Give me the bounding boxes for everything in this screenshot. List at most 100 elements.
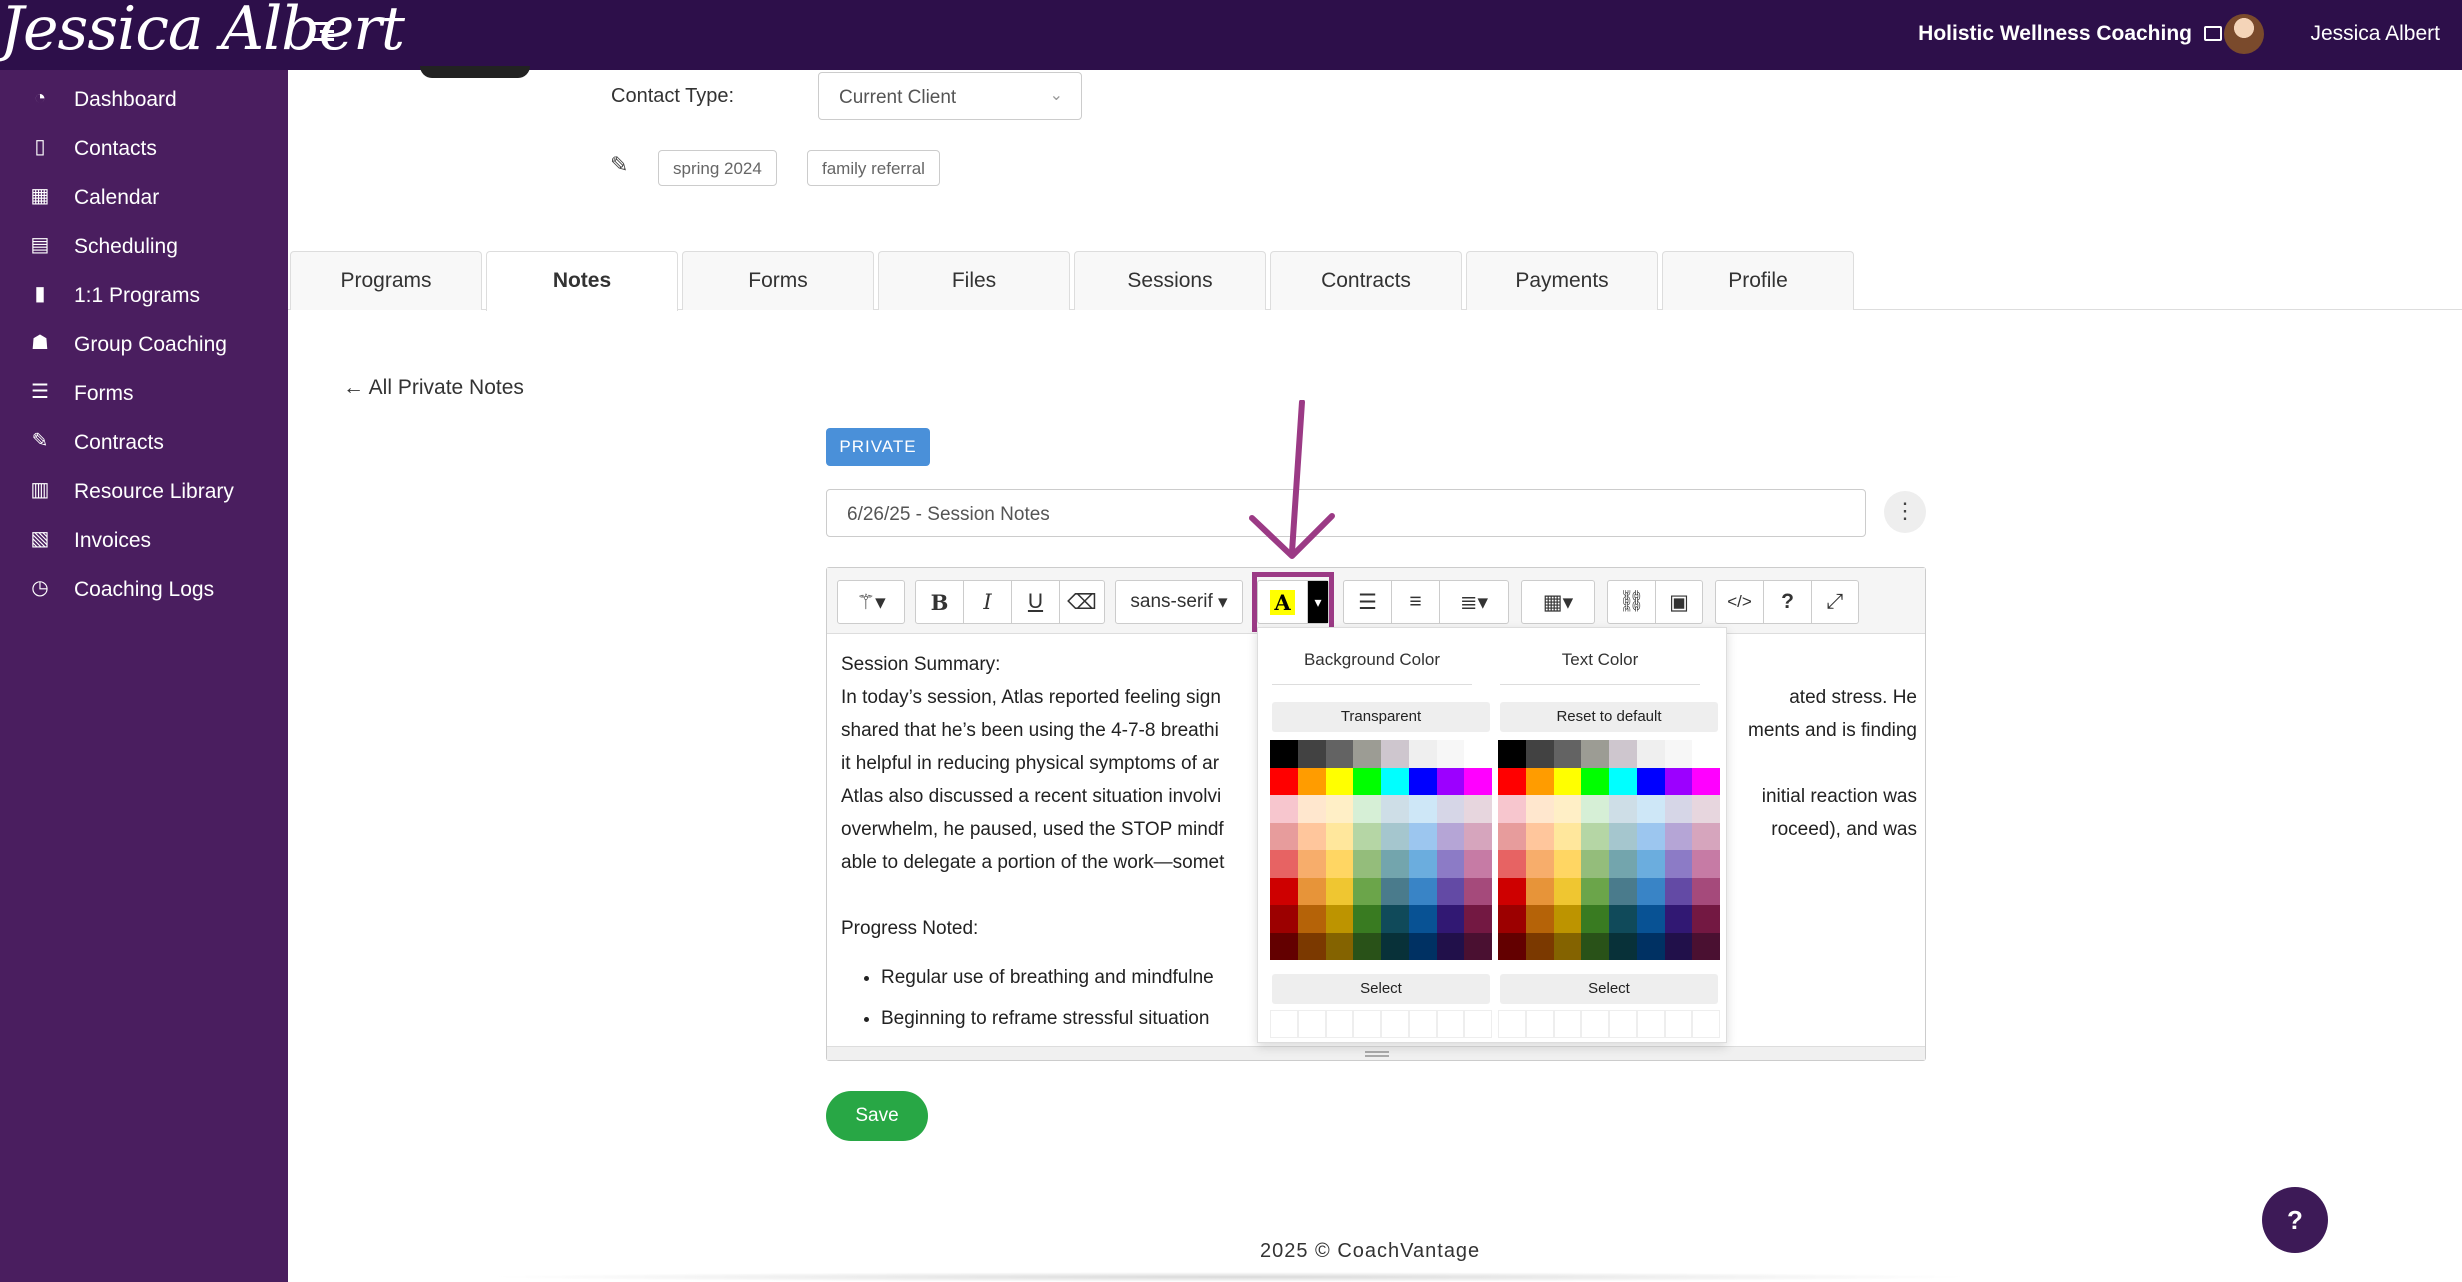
tag[interactable]: family referral bbox=[807, 150, 940, 186]
background-color-swatch[interactable] bbox=[1297, 822, 1326, 850]
text-color-swatch[interactable] bbox=[1553, 932, 1582, 960]
text-color-swatch[interactable] bbox=[1553, 850, 1582, 878]
tag[interactable]: spring 2024 bbox=[658, 150, 777, 186]
text-color-swatch[interactable] bbox=[1664, 905, 1693, 933]
text-color-swatch[interactable] bbox=[1692, 795, 1720, 823]
text-color-swatch[interactable] bbox=[1525, 877, 1554, 905]
text-color-swatch[interactable] bbox=[1498, 767, 1526, 795]
background-color-swatch[interactable] bbox=[1381, 740, 1409, 768]
text-color-swatch[interactable] bbox=[1664, 767, 1693, 795]
text-color-swatch[interactable] bbox=[1664, 877, 1693, 905]
background-color-swatch[interactable] bbox=[1353, 905, 1381, 933]
background-color-swatch[interactable] bbox=[1297, 740, 1326, 768]
tab-forms[interactable]: Forms bbox=[682, 251, 874, 310]
text-color-swatch[interactable] bbox=[1581, 877, 1609, 905]
background-color-swatch[interactable] bbox=[1408, 932, 1437, 960]
background-color-swatch[interactable] bbox=[1270, 740, 1298, 768]
text-color-swatch[interactable] bbox=[1664, 932, 1693, 960]
editor-resize-bar[interactable] bbox=[827, 1046, 1925, 1060]
background-color-swatch[interactable] bbox=[1325, 850, 1354, 878]
text-color-swatch[interactable] bbox=[1581, 905, 1609, 933]
text-color-swatch[interactable] bbox=[1692, 822, 1720, 850]
text-color-swatch[interactable] bbox=[1692, 932, 1720, 960]
background-color-swatch[interactable] bbox=[1381, 795, 1409, 823]
tab-profile[interactable]: Profile bbox=[1662, 251, 1854, 310]
text-color-swatch[interactable] bbox=[1636, 822, 1665, 850]
text-color-swatch[interactable] bbox=[1609, 740, 1637, 768]
background-color-swatch[interactable] bbox=[1270, 877, 1298, 905]
background-color-swatch[interactable] bbox=[1408, 740, 1437, 768]
code-view-icon[interactable]: </> bbox=[1716, 581, 1764, 623]
background-color-swatch[interactable] bbox=[1408, 795, 1437, 823]
background-color-swatch[interactable] bbox=[1381, 822, 1409, 850]
text-color-swatch[interactable] bbox=[1692, 767, 1720, 795]
text-color-swatch[interactable] bbox=[1636, 850, 1665, 878]
text-color-swatch[interactable] bbox=[1609, 877, 1637, 905]
text-color-swatch[interactable] bbox=[1609, 932, 1637, 960]
background-color-swatch[interactable] bbox=[1325, 877, 1354, 905]
text-color-swatch[interactable] bbox=[1664, 822, 1693, 850]
text-color-swatch[interactable] bbox=[1498, 795, 1526, 823]
background-color-swatch[interactable] bbox=[1408, 850, 1437, 878]
background-color-swatch[interactable] bbox=[1353, 767, 1381, 795]
text-color-swatch[interactable] bbox=[1553, 740, 1582, 768]
select-text-color-button[interactable]: Select bbox=[1500, 974, 1718, 1004]
tab-files[interactable]: Files bbox=[878, 251, 1070, 310]
background-color-swatch[interactable] bbox=[1436, 850, 1465, 878]
background-color-swatch[interactable] bbox=[1353, 877, 1381, 905]
text-color-swatch[interactable] bbox=[1525, 740, 1554, 768]
background-color-swatch[interactable] bbox=[1353, 932, 1381, 960]
background-color-swatch[interactable] bbox=[1270, 795, 1298, 823]
text-color-swatch[interactable] bbox=[1553, 905, 1582, 933]
contact-type-select[interactable]: Current Client ⌄ bbox=[818, 72, 1082, 120]
magic-wand-icon[interactable]: ⚚▾ bbox=[838, 581, 904, 623]
background-color-swatch[interactable] bbox=[1436, 905, 1465, 933]
text-color-swatch[interactable] bbox=[1581, 850, 1609, 878]
avatar[interactable] bbox=[2224, 14, 2264, 54]
tab-payments[interactable]: Payments bbox=[1466, 251, 1658, 310]
eraser-icon[interactable]: ⌫ bbox=[1060, 581, 1104, 623]
text-color-swatch[interactable] bbox=[1692, 740, 1720, 768]
background-color-swatch[interactable] bbox=[1270, 905, 1298, 933]
background-color-swatch[interactable] bbox=[1408, 767, 1437, 795]
background-color-swatch[interactable] bbox=[1353, 740, 1381, 768]
more-options-icon[interactable]: ⋮ bbox=[1884, 491, 1926, 533]
italic-button[interactable]: I bbox=[964, 581, 1012, 623]
text-color-swatch[interactable] bbox=[1553, 877, 1582, 905]
background-color-swatch[interactable] bbox=[1270, 767, 1298, 795]
text-color-swatch[interactable] bbox=[1581, 932, 1609, 960]
background-color-swatch[interactable] bbox=[1353, 795, 1381, 823]
background-color-swatch[interactable] bbox=[1297, 795, 1326, 823]
help-icon[interactable]: ? bbox=[1764, 581, 1812, 623]
text-color-swatch[interactable] bbox=[1636, 877, 1665, 905]
text-color-swatch[interactable] bbox=[1553, 767, 1582, 795]
background-color-swatch[interactable] bbox=[1381, 767, 1409, 795]
background-color-swatch[interactable] bbox=[1325, 767, 1354, 795]
text-color-swatch[interactable] bbox=[1525, 767, 1554, 795]
background-color-swatch[interactable] bbox=[1381, 905, 1409, 933]
text-color-swatch[interactable] bbox=[1664, 740, 1693, 768]
background-color-swatch[interactable] bbox=[1325, 822, 1354, 850]
background-color-swatch[interactable] bbox=[1297, 932, 1326, 960]
text-color-swatch[interactable] bbox=[1581, 767, 1609, 795]
text-color-swatch[interactable] bbox=[1498, 850, 1526, 878]
text-color-swatch[interactable] bbox=[1692, 905, 1720, 933]
text-color-swatch[interactable] bbox=[1692, 850, 1720, 878]
table-icon[interactable]: ▦▾ bbox=[1522, 581, 1594, 623]
text-color-swatch[interactable] bbox=[1636, 905, 1665, 933]
image-icon[interactable]: ▣ bbox=[1656, 581, 1702, 623]
tab-contracts[interactable]: Contracts bbox=[1270, 251, 1462, 310]
background-color-swatch[interactable] bbox=[1325, 932, 1354, 960]
text-color-swatch[interactable] bbox=[1498, 822, 1526, 850]
background-color-swatch[interactable] bbox=[1297, 877, 1326, 905]
background-color-swatch[interactable] bbox=[1436, 932, 1465, 960]
transparent-button[interactable]: Transparent bbox=[1272, 702, 1490, 732]
background-color-swatch[interactable] bbox=[1325, 905, 1354, 933]
text-color-swatch[interactable] bbox=[1553, 822, 1582, 850]
tab-sessions[interactable]: Sessions bbox=[1074, 251, 1266, 310]
background-color-swatch[interactable] bbox=[1436, 767, 1465, 795]
text-color-swatch[interactable] bbox=[1664, 850, 1693, 878]
background-color-swatch[interactable] bbox=[1297, 905, 1326, 933]
background-color-swatch[interactable] bbox=[1408, 822, 1437, 850]
text-color-swatch[interactable] bbox=[1609, 767, 1637, 795]
